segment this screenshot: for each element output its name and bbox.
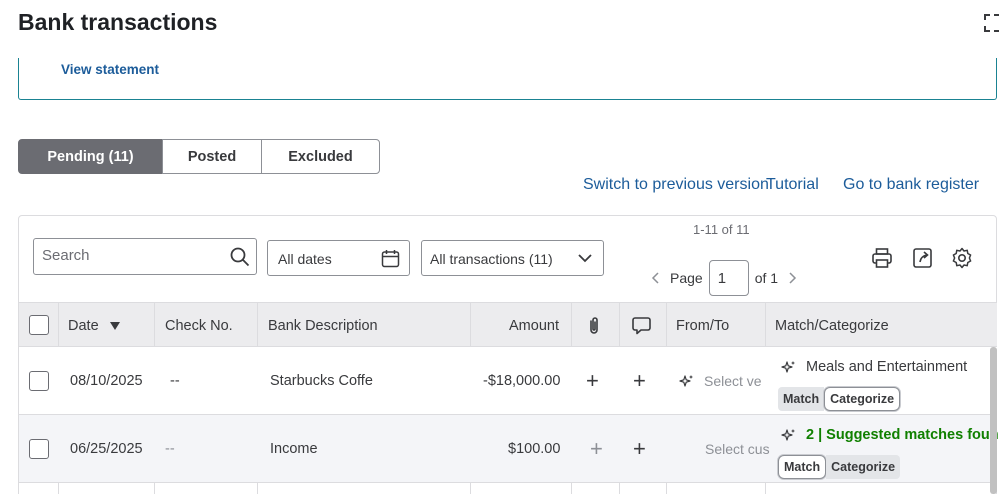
date-filter-value: All dates (278, 251, 332, 267)
gear-icon[interactable] (951, 247, 973, 269)
paperclip-icon (590, 316, 598, 334)
from-to-placeholder: Select cus (705, 441, 770, 457)
from-to-select[interactable]: Select ve (679, 347, 762, 415)
search-box[interactable] (33, 238, 257, 275)
row-checkbox[interactable] (29, 371, 49, 391)
table-header: Date Check No. Bank Description Amount F… (19, 302, 997, 347)
result-range: 1-11 of 11 (693, 222, 750, 237)
row-date: 06/25/2025 (70, 441, 143, 457)
switch-version-link[interactable]: Switch to previous version (583, 176, 769, 194)
sparkle-icon (679, 374, 693, 387)
column-check-no: Check No. (165, 317, 233, 334)
suggested-matches[interactable]: 2 | Suggested matches found (781, 427, 999, 443)
add-memo-button[interactable]: + (633, 415, 646, 483)
pagination: Page of 1 (648, 260, 800, 296)
sort-down-icon[interactable] (109, 321, 121, 331)
row-amount: -$18,000.00 (483, 373, 561, 389)
sparkle-icon (781, 428, 795, 441)
add-attachment-button[interactable]: + (586, 347, 599, 415)
date-filter[interactable]: All dates (267, 240, 410, 276)
page-title: Bank transactions (18, 9, 218, 35)
sparkle-icon (781, 360, 795, 373)
status-tabs: Pending (11) Posted Excluded (18, 139, 380, 174)
chevron-left-icon[interactable] (648, 270, 664, 286)
page-total: of 1 (754, 270, 779, 286)
page-label: Page (670, 270, 703, 286)
row-check-no: -- (165, 441, 175, 457)
table-row[interactable]: 06/25/2025 -- Income $100.00 + + Select … (19, 415, 999, 483)
transactions-filter[interactable]: All transactions (11) (421, 240, 604, 276)
category-suggestion[interactable]: Meals and Entertainment (781, 359, 967, 375)
row-description: Starbucks Coffe (270, 373, 373, 389)
column-date[interactable]: Date (68, 303, 121, 348)
print-icon[interactable] (871, 247, 893, 269)
add-attachment-button[interactable]: + (590, 415, 603, 483)
tab-pending[interactable]: Pending (11) (18, 139, 163, 174)
bank-register-link[interactable]: Go to bank register (843, 176, 979, 194)
comment-icon (632, 317, 651, 335)
add-memo-button[interactable]: + (633, 347, 646, 415)
row-amount: $100.00 (508, 441, 561, 457)
column-attachment (587, 303, 601, 348)
suggested-matches-text: 2 | Suggested matches found (806, 427, 999, 443)
row-checkbox[interactable] (29, 439, 49, 459)
calendar-icon (381, 250, 400, 268)
search-icon[interactable] (230, 247, 250, 267)
tab-excluded[interactable]: Excluded (261, 139, 380, 174)
match-button[interactable]: Match (778, 387, 825, 411)
column-bank-description: Bank Description (268, 317, 378, 334)
table-scrollbar[interactable] (990, 347, 997, 494)
from-to-select[interactable]: Select cus (705, 415, 770, 483)
select-all-checkbox[interactable] (29, 315, 49, 335)
column-amount: Amount (509, 317, 559, 334)
transactions-filter-value: All transactions (11) (430, 251, 553, 267)
row-description: Income (270, 441, 318, 457)
export-icon[interactable] (912, 247, 934, 269)
categorize-button[interactable]: Categorize (824, 387, 901, 411)
row-check-no: -- (170, 373, 180, 389)
tutorial-link[interactable]: Tutorial (766, 176, 819, 194)
tab-posted[interactable]: Posted (162, 139, 262, 174)
column-match-categorize: Match/Categorize (775, 317, 889, 334)
column-date-label: Date (68, 317, 99, 334)
column-memo (632, 303, 651, 348)
row-date: 08/10/2025 (70, 373, 143, 389)
statement-panel: View statement (18, 58, 997, 100)
chevron-down-icon (578, 254, 592, 263)
search-input[interactable] (42, 247, 222, 264)
expand-icon[interactable] (984, 14, 999, 32)
chevron-right-icon[interactable] (784, 270, 800, 286)
page-number-input[interactable] (708, 260, 749, 296)
view-statement-link[interactable]: View statement (61, 62, 159, 77)
categorize-button[interactable]: Categorize (826, 455, 901, 479)
from-to-placeholder: Select ve (704, 373, 762, 389)
category-name: Meals and Entertainment (806, 359, 968, 375)
action-toggle: Match Categorize (778, 455, 901, 479)
column-from-to: From/To (676, 317, 730, 334)
action-toggle: Match Categorize (778, 387, 901, 411)
match-button[interactable]: Match (778, 455, 827, 479)
table-row[interactable]: 08/10/2025 -- Starbucks Coffe -$18,000.0… (19, 347, 997, 415)
